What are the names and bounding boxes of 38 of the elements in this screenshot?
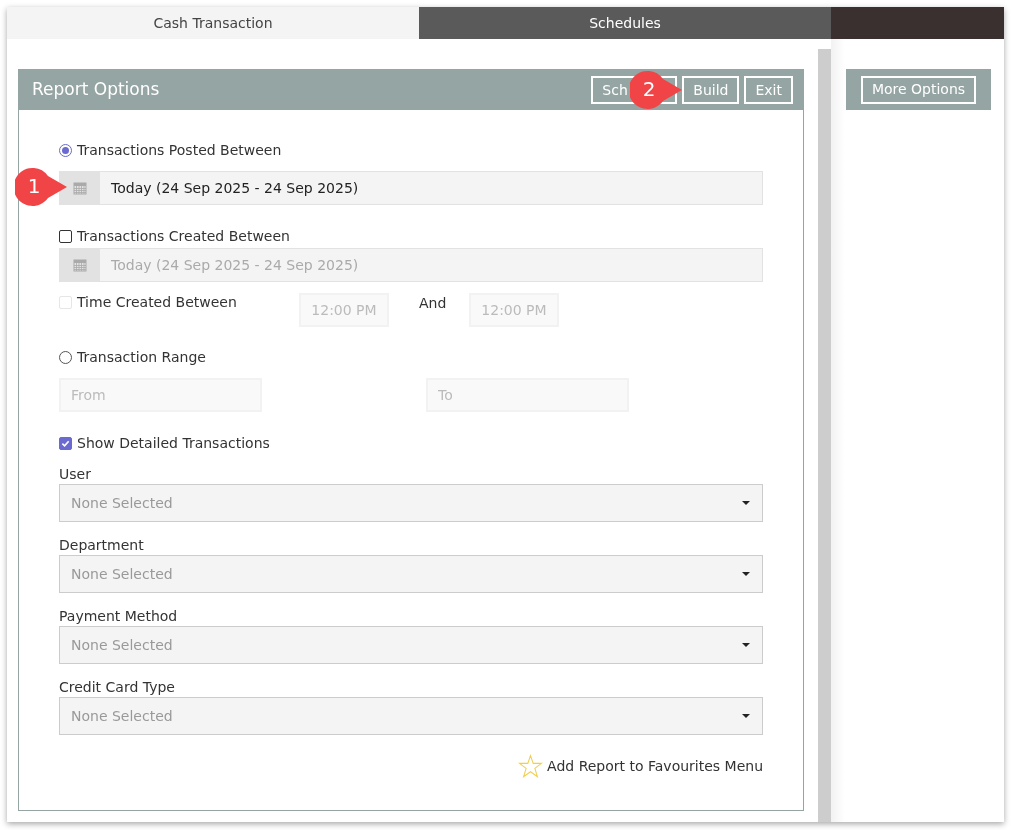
caret-icon — [742, 643, 750, 647]
option-label: Transaction Range — [77, 347, 206, 367]
dropdown[interactable]: None Selected — [59, 626, 763, 664]
field-label: Payment Method — [59, 607, 179, 624]
date-range-field[interactable]: Today (24 Sep 2025 - 24 Sep 2025) — [59, 171, 763, 205]
dropdown[interactable]: None Selected — [59, 484, 763, 522]
calendar-icon — [73, 181, 87, 195]
field-label: User — [59, 465, 92, 482]
tab[interactable]: Schedules — [419, 7, 831, 39]
from-field[interactable]: From — [59, 378, 262, 412]
option-label: Time Created Between — [77, 292, 237, 312]
field-label: Credit Card Type — [59, 678, 176, 695]
calendar-icon — [73, 258, 87, 272]
dropdown[interactable]: None Selected — [59, 697, 763, 735]
header-button[interactable]: Exit — [744, 76, 793, 104]
radio-button[interactable] — [59, 143, 72, 157]
checkbox[interactable] — [59, 229, 72, 243]
more-options-button[interactable]: More Options — [860, 75, 977, 104]
checkbox[interactable] — [59, 436, 72, 450]
star-icon[interactable] — [518, 754, 544, 779]
option-label: Transactions Created Between — [77, 226, 290, 246]
callout-marker: 2 — [630, 70, 684, 110]
to-field[interactable]: To — [426, 378, 629, 412]
dropdown[interactable]: None Selected — [59, 555, 763, 593]
field-label: Department — [59, 536, 145, 553]
and-label: And — [418, 294, 448, 313]
favourites-link[interactable]: Add Report to Favourites Menu — [547, 756, 763, 777]
option-label: Transactions Posted Between — [77, 140, 282, 160]
tab[interactable]: Cash Transaction — [7, 7, 419, 39]
caret-icon — [742, 501, 750, 505]
caret-icon — [742, 714, 750, 718]
option-label: Show Detailed Transactions — [77, 433, 270, 453]
header-button[interactable]: Build — [682, 76, 740, 104]
caret-icon — [742, 572, 750, 576]
radio-button[interactable] — [59, 350, 72, 364]
callout-marker: 1 — [15, 167, 69, 207]
date-range-field[interactable]: Today (24 Sep 2025 - 24 Sep 2025) — [59, 248, 763, 282]
panel-title: Report Options — [32, 78, 160, 102]
